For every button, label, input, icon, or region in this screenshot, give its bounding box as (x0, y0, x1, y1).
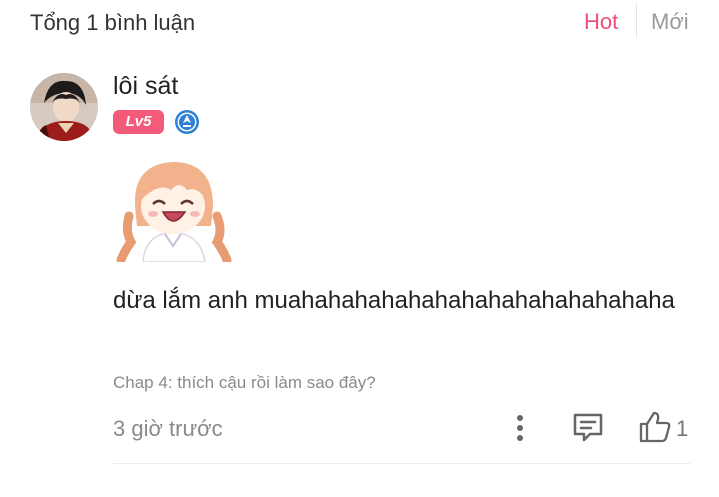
sort-new-tab[interactable]: Mới (651, 9, 689, 35)
level-badge: Lv5 (113, 110, 164, 134)
chapter-reference[interactable]: Chap 4: thích cậu rồi làm sao đây? (113, 373, 376, 393)
sticker-image (115, 156, 233, 265)
sort-hot-tab[interactable]: Hot (584, 9, 618, 35)
comment-timestamp: 3 giờ trước (113, 416, 223, 441)
comment-count-label: Tổng 1 bình luận (30, 10, 196, 35)
sort-divider (636, 4, 637, 38)
avatar[interactable] (30, 73, 98, 141)
thumbs-up-icon[interactable] (638, 410, 672, 444)
comment-reply-icon[interactable] (571, 410, 605, 444)
more-options-icon[interactable] (508, 412, 532, 444)
like-count: 1 (676, 416, 689, 441)
comment-body: dừa lắm anh muahahahahahahahahahahahahah… (113, 287, 675, 314)
comments-header: Tổng 1 bình luận Hot Mới (0, 0, 719, 44)
comment-divider (113, 463, 690, 464)
rank-badge-icon (174, 109, 200, 135)
comment-username[interactable]: lôi sát (113, 72, 178, 101)
